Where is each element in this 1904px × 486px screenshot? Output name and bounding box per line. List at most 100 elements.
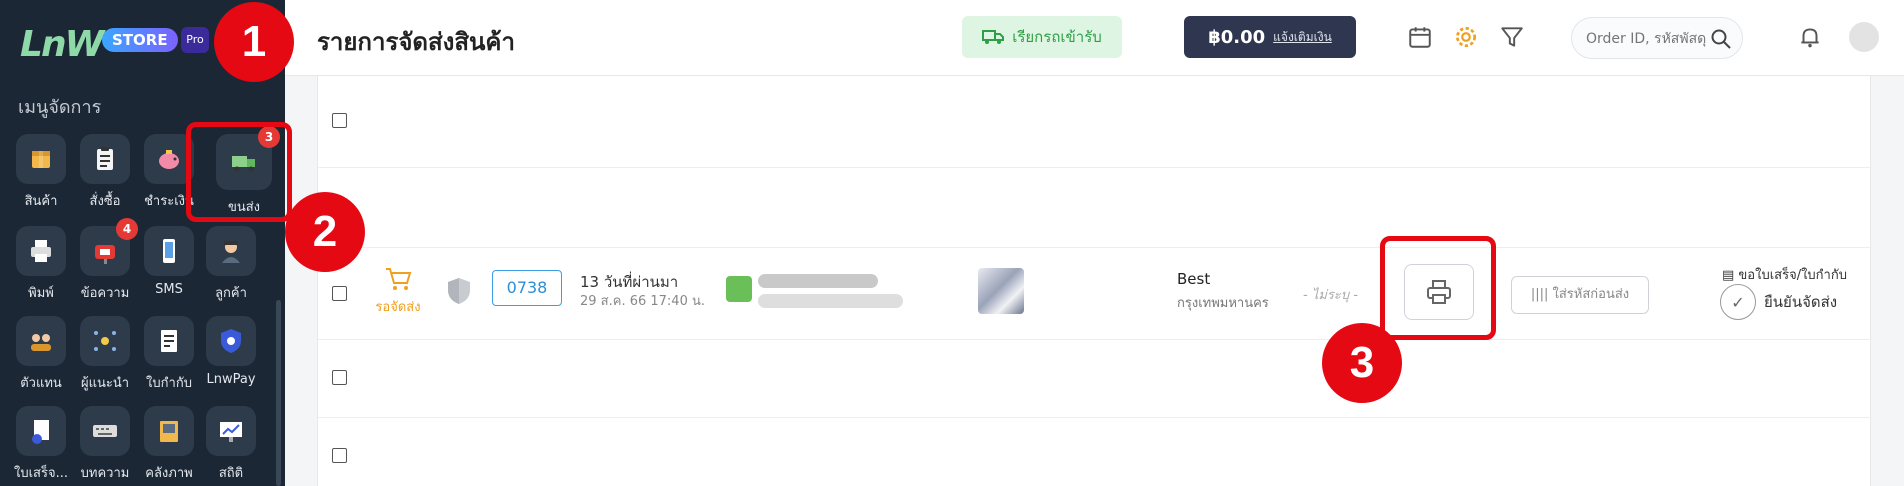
sidebar-item-label: ใบเสร็จ... <box>14 466 68 481</box>
bell-icon[interactable] <box>1797 24 1823 50</box>
callout-2: 2 <box>285 192 365 272</box>
sidebar-item-gallery[interactable]: คลังภาพ <box>138 406 200 486</box>
sidebar-item-label: ใบกำกับ <box>146 376 192 391</box>
highlight-box-print <box>1380 236 1496 340</box>
enter-code-label: ใส่รหัสก่อนส่ง <box>1552 287 1630 302</box>
printer-icon <box>16 226 66 276</box>
phone-icon <box>144 226 194 276</box>
stats-icon <box>206 406 256 456</box>
menu-title: เมนูจัดการ <box>18 97 102 118</box>
sidebar-item-invoices[interactable]: ใบกำกับ <box>138 316 200 396</box>
search-input[interactable] <box>1586 28 1710 50</box>
invoice-icon <box>144 316 194 366</box>
sidebar-item-referrers[interactable]: ผู้แนะนำ <box>74 316 136 396</box>
row-checkbox[interactable] <box>332 113 347 128</box>
callout-3: 3 <box>1322 323 1402 403</box>
shield-icon <box>448 278 470 304</box>
sidebar-item-label: สั่งซื้อ <box>89 194 121 209</box>
shipping-area: กรุงเทพมหานคร <box>1177 296 1269 311</box>
invoice-label: ขอใบเสร็จ/ใบกำกับ <box>1738 268 1847 283</box>
tracking-number: - ไม่ระบุ - <box>1303 288 1358 303</box>
order-date: 29 ส.ค. 66 17:40 น. <box>580 294 705 309</box>
wallet-amount: ฿0.00 <box>1208 26 1266 48</box>
row-checkbox[interactable] <box>332 370 347 385</box>
avatar[interactable] <box>1849 22 1879 52</box>
check-icon: ✓ <box>1720 284 1756 320</box>
page: LnW STORE Pro เมนูจัดการ สินค้า สั่งซื้อ… <box>0 0 1904 486</box>
calendar-icon[interactable] <box>1407 24 1433 50</box>
mailbox-icon: 4 <box>80 218 138 276</box>
clipboard-icon: ▤ <box>1722 268 1739 283</box>
agents-icon <box>16 316 66 366</box>
invoice-request[interactable]: ▤ ขอใบเสร็จ/ใบกำกับ <box>1722 264 1847 285</box>
highlight-box-shipping <box>186 122 292 222</box>
customer-icon <box>206 226 256 276</box>
wallet-topup-link[interactable]: แจ้งเติมเงิน <box>1273 28 1332 47</box>
confirm-shipping-button[interactable]: ✓ ยืนยันจัดส่ง <box>1720 284 1837 320</box>
order-row: รอจัดส่ง 0738 13 วันที่ผ่านมา 29 ส.ค. 66… <box>318 248 1872 340</box>
call-truck-button[interactable]: เรียกรถเข้ารับ <box>962 16 1122 58</box>
gear-icon[interactable] <box>1453 24 1479 50</box>
sidebar-item-print[interactable]: พิมพ์ <box>10 226 72 306</box>
sidebar-item-label: ข้อความ <box>80 286 130 301</box>
status-label: รอจัดส่ง <box>375 300 421 315</box>
sidebar-item-label: สินค้า <box>24 194 58 209</box>
brand-pro-badge: Pro <box>181 27 209 53</box>
receipt-icon <box>16 406 66 456</box>
sidebar-item-receipts[interactable]: ใบเสร็จ... <box>10 406 72 486</box>
referrer-icon <box>80 316 130 366</box>
sidebar-item-messages[interactable]: 4 ข้อความ <box>74 218 138 306</box>
table-row <box>318 168 1872 248</box>
order-table: รอจัดส่ง 0738 13 วันที่ผ่านมา 29 ส.ค. 66… <box>317 76 1872 486</box>
sidebar-item-label: ผู้แนะนำ <box>80 376 130 391</box>
box-icon <box>16 134 66 184</box>
callout-1: 1 <box>214 2 294 82</box>
sidebar-item-lnwpay[interactable]: LnwPay <box>200 316 262 396</box>
product-thumbnail[interactable] <box>978 268 1024 314</box>
header: รายการจัดส่งสินค้า เรียกรถเข้ารับ ฿0.00 … <box>285 0 1904 76</box>
order-id-link[interactable]: 0738 <box>492 270 562 306</box>
sidebar-item-customers[interactable]: ลูกค้า <box>200 226 262 306</box>
clipboard-icon <box>80 134 130 184</box>
page-title: รายการจัดส่งสินค้า <box>317 28 515 56</box>
sidebar-item-articles[interactable]: บทความ <box>74 406 136 486</box>
keyboard-icon <box>80 406 130 456</box>
customer-avatar <box>726 276 752 302</box>
sidebar-item-stats[interactable]: สถิติ <box>200 406 262 486</box>
enter-code-button[interactable]: |||| ใส่รหัสก่อนส่ง <box>1511 276 1649 314</box>
search-box <box>1571 17 1743 59</box>
gallery-icon <box>144 406 194 456</box>
sidebar-item-label: LnwPay <box>206 372 256 387</box>
brand-store-badge: STORE <box>102 28 178 52</box>
cart-icon <box>386 268 412 290</box>
sidebar-item-label: ตัวแทน <box>20 376 62 391</box>
barcode-icon: |||| <box>1530 287 1553 302</box>
call-truck-label: เรียกรถเข้ารับ <box>1012 28 1102 46</box>
order-status: รอจัดส่ง <box>368 266 428 317</box>
search-icon[interactable] <box>1710 28 1732 50</box>
sidebar-item-sms[interactable]: SMS <box>138 226 200 306</box>
sidebar-item-label: คลังภาพ <box>145 466 193 481</box>
sidebar-item-label: พิมพ์ <box>28 286 54 301</box>
row-checkbox[interactable] <box>332 448 347 463</box>
sidebar-item-orders[interactable]: สั่งซื้อ <box>74 134 136 214</box>
row-checkbox[interactable] <box>332 286 347 301</box>
filter-icon[interactable] <box>1499 24 1525 50</box>
wallet-button[interactable]: ฿0.00 แจ้งเติมเงิน <box>1184 16 1356 58</box>
table-row <box>318 418 1872 486</box>
shipping-provider: Best <box>1177 270 1211 288</box>
customer-detail-redacted <box>758 294 903 308</box>
table-row <box>318 340 1872 418</box>
customer-name-redacted <box>758 274 878 288</box>
sidebar-item-products[interactable]: สินค้า <box>10 134 72 214</box>
table-row <box>318 76 1872 168</box>
shield-pay-icon <box>206 316 256 366</box>
sidebar-scrollbar[interactable] <box>276 300 281 486</box>
brand-logo: LnW <box>20 24 104 65</box>
sidebar-item-agents[interactable]: ตัวแทน <box>10 316 72 396</box>
messages-badge: 4 <box>116 218 138 240</box>
sidebar-item-label: บทความ <box>80 466 130 481</box>
sidebar-item-label: ลูกค้า <box>215 286 247 301</box>
truck-icon <box>982 30 1005 44</box>
sidebar-item-label: สถิติ <box>218 466 244 481</box>
